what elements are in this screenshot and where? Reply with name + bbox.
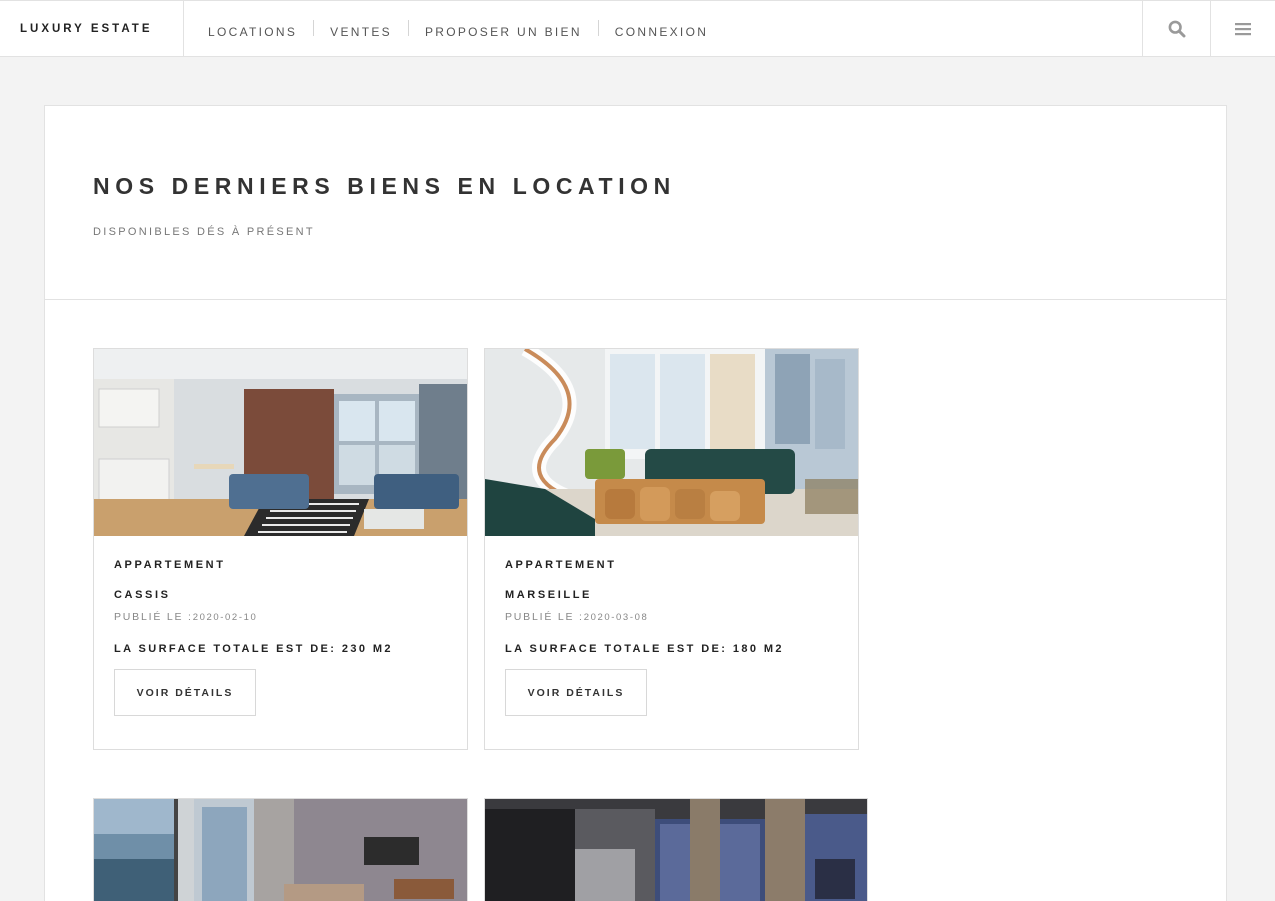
search-button[interactable] bbox=[1142, 1, 1210, 57]
voir-details-button[interactable]: VOIR DÉTAILS bbox=[505, 669, 647, 716]
hamburger-menu-icon bbox=[1235, 23, 1251, 36]
voir-details-button[interactable]: VOIR DÉTAILS bbox=[114, 669, 256, 716]
listing-city: MARSEILLE bbox=[505, 589, 592, 601]
published-date-value: 2020-02-10 bbox=[192, 612, 258, 623]
nav-link-ventes[interactable]: VENTES bbox=[330, 25, 392, 39]
main-nav: LOCATIONS VENTES PROPOSER UN BIEN CONNEX… bbox=[208, 20, 708, 40]
listing-surface: LA SURFACE TOTALE EST DE: 230 M2 bbox=[114, 643, 393, 655]
page-title: NOS DERNIERS BIENS EN LOCATION bbox=[93, 173, 676, 199]
listing-photo[interactable] bbox=[94, 349, 467, 536]
page-subtitle: DISPONIBLES DÉS À PRÉSENT bbox=[93, 226, 315, 238]
listing-surface: LA SURFACE TOTALE EST DE: 180 M2 bbox=[505, 643, 784, 655]
listings-panel: NOS DERNIERS BIENS EN LOCATION DISPONIBL… bbox=[44, 105, 1227, 901]
listing-card: APPARTEMENT CASSIS PUBLIÉ LE :2020-02-10… bbox=[93, 348, 468, 750]
nav-link-locations[interactable]: LOCATIONS bbox=[208, 25, 297, 39]
search-icon bbox=[1168, 20, 1185, 38]
nav-link-connexion[interactable]: CONNEXION bbox=[615, 25, 708, 39]
divider bbox=[313, 20, 315, 36]
listing-type: APPARTEMENT bbox=[505, 559, 617, 571]
published-date-value: 2020-03-08 bbox=[583, 612, 649, 623]
listing-card: APPARTEMENT MARSEILLE PUBLIÉ LE :2020-03… bbox=[484, 348, 859, 750]
listing-published-date: PUBLIÉ LE :2020-03-08 bbox=[505, 611, 648, 623]
menu-button[interactable] bbox=[1210, 1, 1275, 57]
listing-card bbox=[93, 798, 468, 901]
listing-published-date: PUBLIÉ LE :2020-02-10 bbox=[114, 611, 257, 623]
divider bbox=[597, 20, 599, 36]
top-navigation-bar: LUXURY ESTATE LOCATIONS VENTES PROPOSER … bbox=[0, 0, 1275, 57]
published-label: PUBLIÉ LE : bbox=[505, 611, 584, 623]
apartment-photo-image bbox=[485, 349, 858, 536]
divider bbox=[407, 20, 409, 36]
divider bbox=[183, 1, 184, 57]
section-header: NOS DERNIERS BIENS EN LOCATION DISPONIBL… bbox=[45, 106, 1226, 300]
listing-city: CASSIS bbox=[114, 589, 171, 601]
brand-logo[interactable]: LUXURY ESTATE bbox=[20, 23, 153, 35]
listing-card bbox=[484, 798, 868, 901]
apartment-photo-image[interactable] bbox=[94, 799, 467, 901]
apartment-photo-image[interactable] bbox=[485, 799, 867, 901]
published-label: PUBLIÉ LE : bbox=[114, 611, 193, 623]
listing-type: APPARTEMENT bbox=[114, 559, 226, 571]
apartment-photo-image bbox=[94, 349, 467, 536]
listing-photo[interactable] bbox=[485, 349, 858, 536]
nav-link-proposer-un-bien[interactable]: PROPOSER UN BIEN bbox=[425, 25, 582, 39]
